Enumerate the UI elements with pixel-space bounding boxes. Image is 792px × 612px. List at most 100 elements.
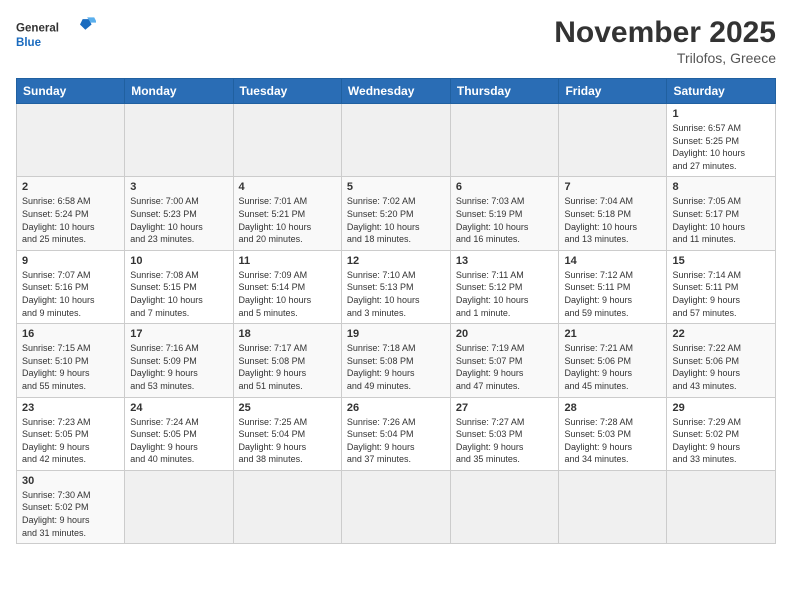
day-info: Sunrise: 7:26 AM Sunset: 5:04 PM Dayligh…: [347, 416, 445, 466]
day-info: Sunrise: 7:05 AM Sunset: 5:17 PM Dayligh…: [672, 195, 770, 245]
day-number: 30: [22, 475, 119, 487]
day-info: Sunrise: 7:12 AM Sunset: 5:11 PM Dayligh…: [564, 269, 661, 319]
day-info: Sunrise: 7:23 AM Sunset: 5:05 PM Dayligh…: [22, 416, 119, 466]
day-number: 24: [130, 402, 227, 414]
calendar-cell: 15 Sunrise: 7:14 AM Sunset: 5:11 PM Dayli…: [667, 250, 776, 323]
day-info: Sunrise: 7:11 AM Sunset: 5:12 PM Dayligh…: [456, 269, 554, 319]
day-info: Sunrise: 7:14 AM Sunset: 5:11 PM Dayligh…: [672, 269, 770, 319]
day-info: Sunrise: 7:01 AM Sunset: 5:21 PM Dayligh…: [239, 195, 336, 245]
calendar-cell: [341, 104, 450, 177]
calendar-cell: [17, 104, 125, 177]
day-number: 16: [22, 328, 119, 340]
day-number: 13: [456, 255, 554, 267]
calendar-cell: [450, 104, 559, 177]
calendar-week-1: 1Sunrise: 6:57 AM Sunset: 5:25 PM Daylig…: [17, 104, 776, 177]
day-number: 11: [239, 255, 336, 267]
day-info: Sunrise: 7:24 AM Sunset: 5:05 PM Dayligh…: [130, 416, 227, 466]
calendar-cell: 6Sunrise: 7:03 AM Sunset: 5:19 PM Daylig…: [450, 177, 559, 250]
calendar-cell: [667, 470, 776, 543]
day-number: 4: [239, 181, 336, 193]
day-info: Sunrise: 7:17 AM Sunset: 5:08 PM Dayligh…: [239, 342, 336, 392]
logo-icon: General Blue: [16, 16, 96, 56]
calendar-cell: 5 Sunrise: 7:02 AM Sunset: 5:20 PM Daylig…: [341, 177, 450, 250]
calendar-cell: 9Sunrise: 7:07 AM Sunset: 5:16 PM Daylig…: [17, 250, 125, 323]
day-info: Sunrise: 6:58 AM Sunset: 5:24 PM Dayligh…: [22, 195, 119, 245]
day-number: 19: [347, 328, 445, 340]
location: Trilofos, Greece: [554, 50, 776, 66]
day-number: 17: [130, 328, 227, 340]
month-year: November 2025: [554, 16, 776, 50]
calendar-week-4: 16 Sunrise: 7:15 AM Sunset: 5:10 PM Dayli…: [17, 324, 776, 397]
calendar-cell: 27Sunrise: 7:27 AM Sunset: 5:03 PM Dayli…: [450, 397, 559, 470]
logo: General Blue: [16, 16, 96, 56]
calendar-cell: [233, 470, 341, 543]
calendar-week-2: 2 Sunrise: 6:58 AM Sunset: 5:24 PM Daylig…: [17, 177, 776, 250]
day-number: 5: [347, 181, 445, 193]
calendar-cell: 20Sunrise: 7:19 AM Sunset: 5:07 PM Dayli…: [450, 324, 559, 397]
calendar-cell: 2 Sunrise: 6:58 AM Sunset: 5:24 PM Daylig…: [17, 177, 125, 250]
page-header: General Blue November 2025 Trilofos, Gre…: [16, 16, 776, 66]
svg-text:General: General: [16, 23, 59, 35]
calendar-cell: [559, 470, 667, 543]
weekday-header-row: SundayMondayTuesdayWednesdayThursdayFrid…: [17, 79, 776, 104]
day-info: Sunrise: 7:04 AM Sunset: 5:18 PM Dayligh…: [564, 195, 661, 245]
day-number: 22: [672, 328, 770, 340]
day-number: 3: [130, 181, 227, 193]
day-number: 14: [564, 255, 661, 267]
day-number: 10: [130, 255, 227, 267]
day-info: Sunrise: 7:15 AM Sunset: 5:10 PM Dayligh…: [22, 342, 119, 392]
weekday-header-saturday: Saturday: [667, 79, 776, 104]
day-info: Sunrise: 7:18 AM Sunset: 5:08 PM Dayligh…: [347, 342, 445, 392]
calendar-cell: 18 Sunrise: 7:17 AM Sunset: 5:08 PM Dayli…: [233, 324, 341, 397]
calendar-cell: 30 Sunrise: 7:30 AM Sunset: 5:02 PM Dayli…: [17, 470, 125, 543]
calendar-cell: 3 Sunrise: 7:00 AM Sunset: 5:23 PM Daylig…: [125, 177, 233, 250]
calendar-cell: [125, 104, 233, 177]
calendar-cell: [559, 104, 667, 177]
calendar-cell: [233, 104, 341, 177]
calendar-cell: 26 Sunrise: 7:26 AM Sunset: 5:04 PM Dayli…: [341, 397, 450, 470]
day-info: Sunrise: 7:07 AM Sunset: 5:16 PM Dayligh…: [22, 269, 119, 319]
calendar-cell: 16 Sunrise: 7:15 AM Sunset: 5:10 PM Dayli…: [17, 324, 125, 397]
calendar-cell: 14 Sunrise: 7:12 AM Sunset: 5:11 PM Dayli…: [559, 250, 667, 323]
day-info: Sunrise: 7:22 AM Sunset: 5:06 PM Dayligh…: [672, 342, 770, 392]
day-number: 27: [456, 402, 554, 414]
day-number: 2: [22, 181, 119, 193]
day-number: 28: [564, 402, 661, 414]
day-number: 6: [456, 181, 554, 193]
calendar-cell: 19 Sunrise: 7:18 AM Sunset: 5:08 PM Dayli…: [341, 324, 450, 397]
day-number: 26: [347, 402, 445, 414]
day-info: Sunrise: 7:00 AM Sunset: 5:23 PM Dayligh…: [130, 195, 227, 245]
day-number: 15: [672, 255, 770, 267]
day-number: 18: [239, 328, 336, 340]
calendar-cell: 7Sunrise: 7:04 AM Sunset: 5:18 PM Daylig…: [559, 177, 667, 250]
calendar-week-5: 23 Sunrise: 7:23 AM Sunset: 5:05 PM Dayli…: [17, 397, 776, 470]
title-block: November 2025 Trilofos, Greece: [554, 16, 776, 66]
calendar-cell: 28 Sunrise: 7:28 AM Sunset: 5:03 PM Dayli…: [559, 397, 667, 470]
calendar-cell: 29 Sunrise: 7:29 AM Sunset: 5:02 PM Dayli…: [667, 397, 776, 470]
day-info: Sunrise: 7:30 AM Sunset: 5:02 PM Dayligh…: [22, 489, 119, 539]
calendar-cell: 25Sunrise: 7:25 AM Sunset: 5:04 PM Dayli…: [233, 397, 341, 470]
calendar-cell: 22 Sunrise: 7:22 AM Sunset: 5:06 PM Dayli…: [667, 324, 776, 397]
day-info: Sunrise: 7:09 AM Sunset: 5:14 PM Dayligh…: [239, 269, 336, 319]
day-info: Sunrise: 7:21 AM Sunset: 5:06 PM Dayligh…: [564, 342, 661, 392]
day-info: Sunrise: 7:29 AM Sunset: 5:02 PM Dayligh…: [672, 416, 770, 466]
day-number: 23: [22, 402, 119, 414]
weekday-header-sunday: Sunday: [17, 79, 125, 104]
weekday-header-monday: Monday: [125, 79, 233, 104]
calendar-cell: 4 Sunrise: 7:01 AM Sunset: 5:21 PM Daylig…: [233, 177, 341, 250]
calendar-cell: 1Sunrise: 6:57 AM Sunset: 5:25 PM Daylig…: [667, 104, 776, 177]
calendar-cell: 23 Sunrise: 7:23 AM Sunset: 5:05 PM Dayli…: [17, 397, 125, 470]
calendar-cell: 21 Sunrise: 7:21 AM Sunset: 5:06 PM Dayli…: [559, 324, 667, 397]
calendar-cell: 13 Sunrise: 7:11 AM Sunset: 5:12 PM Dayli…: [450, 250, 559, 323]
day-info: Sunrise: 7:02 AM Sunset: 5:20 PM Dayligh…: [347, 195, 445, 245]
calendar-week-6: 30 Sunrise: 7:30 AM Sunset: 5:02 PM Dayli…: [17, 470, 776, 543]
day-number: 21: [564, 328, 661, 340]
day-number: 29: [672, 402, 770, 414]
calendar-cell: 12Sunrise: 7:10 AM Sunset: 5:13 PM Dayli…: [341, 250, 450, 323]
weekday-header-tuesday: Tuesday: [233, 79, 341, 104]
calendar-cell: 24 Sunrise: 7:24 AM Sunset: 5:05 PM Dayli…: [125, 397, 233, 470]
day-info: Sunrise: 7:25 AM Sunset: 5:04 PM Dayligh…: [239, 416, 336, 466]
day-info: Sunrise: 7:28 AM Sunset: 5:03 PM Dayligh…: [564, 416, 661, 466]
day-number: 20: [456, 328, 554, 340]
day-number: 12: [347, 255, 445, 267]
